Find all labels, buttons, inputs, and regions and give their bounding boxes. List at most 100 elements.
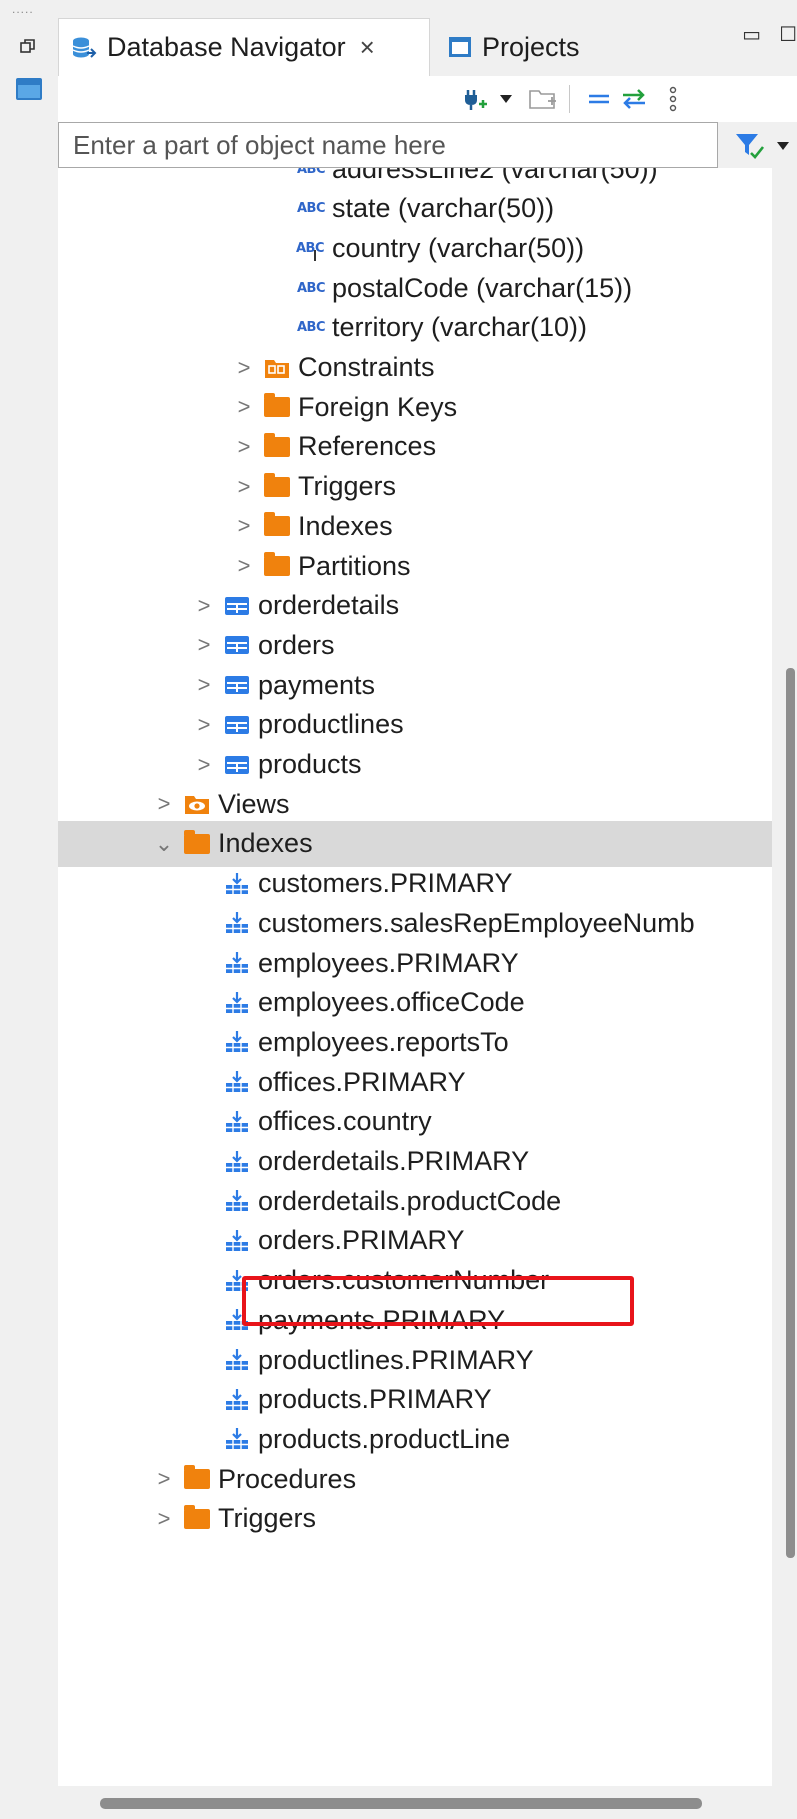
table-row-label: orderdetails	[258, 590, 400, 621]
table-row-label: productlines	[258, 709, 404, 740]
index-icon	[224, 1348, 250, 1372]
chevron-right-icon[interactable]: >	[234, 513, 254, 539]
database-tree: ABC addressLine2 (varchar(50)) ABC state (v…	[58, 168, 772, 1786]
index-row-label: employees.reportsTo	[258, 1026, 509, 1057]
table-subfolder-row-label: Indexes	[298, 510, 393, 541]
table-row-label: products	[258, 749, 362, 779]
index-row-label: productlines.PRIMARY	[258, 1344, 534, 1375]
indexed-text-column-icon: ABC	[296, 236, 325, 261]
table-subfolder-row-label: Constraints	[298, 352, 435, 382]
column-row-label: country (varchar(50))	[332, 232, 585, 263]
chevron-right-icon[interactable]: >	[194, 632, 214, 658]
text-column-icon: ABC	[297, 197, 326, 221]
close-icon[interactable]: ×	[360, 32, 375, 63]
table-subfolder-row-label: Foreign Keys	[298, 391, 458, 422]
triggers-folder-row-label: Triggers	[218, 1503, 317, 1534]
horizontal-scroll-thumb[interactable]	[100, 1798, 702, 1809]
chevron-down-icon[interactable]	[776, 141, 790, 151]
tab-projects-label: Projects	[482, 31, 580, 62]
folder-icon	[184, 1465, 210, 1491]
index-row-label: employees.officeCode	[258, 987, 525, 1018]
link-with-editor-icon[interactable]	[618, 76, 650, 122]
index-icon	[224, 1110, 250, 1134]
column-row-label: addressLine2 (varchar(50))	[332, 168, 658, 184]
index-row-label: customers.salesRepEmployeeNumb	[258, 907, 695, 938]
dropdown-arrow-icon[interactable]	[496, 76, 516, 122]
index-icon	[224, 991, 250, 1015]
view-menu-icon[interactable]	[658, 76, 688, 122]
search-input[interactable]	[59, 123, 717, 167]
table-icon	[224, 713, 250, 737]
folder-icon	[264, 393, 290, 419]
index-row-label: offices.country	[258, 1106, 432, 1137]
index-row-label: orders.customerNumber	[258, 1265, 550, 1296]
table-icon	[224, 633, 250, 657]
left-side-strip: .....	[0, 0, 54, 1819]
chevron-right-icon[interactable]: >	[234, 553, 254, 579]
drag-grip-icon[interactable]: .....	[12, 3, 34, 15]
chevron-right-icon[interactable]: >	[234, 434, 254, 460]
index-row-label: orderdetails.productCode	[258, 1185, 562, 1216]
folder-icon	[264, 472, 290, 499]
restore-view-icon[interactable]	[20, 38, 36, 54]
table-icon	[224, 673, 250, 697]
folder-icon	[264, 432, 290, 459]
index-row-label: employees.PRIMARY	[258, 947, 519, 978]
tab-projects[interactable]: Projects	[434, 18, 634, 76]
filter-settings-button[interactable]	[734, 126, 794, 166]
index-icon	[224, 1150, 250, 1174]
table-row-label: payments	[258, 669, 376, 700]
chevron-right-icon[interactable]: >	[154, 791, 174, 817]
collapse-all-icon[interactable]	[584, 76, 614, 122]
column-row-label: territory (varchar(10))	[332, 312, 588, 343]
views-folder-icon	[184, 792, 210, 816]
chevron-right-icon[interactable]: >	[194, 672, 214, 698]
chevron-right-icon[interactable]: >	[154, 1466, 174, 1492]
index-icon	[224, 1229, 250, 1253]
folder-icon	[184, 829, 210, 856]
vertical-scroll-thumb[interactable]	[786, 668, 795, 1558]
toolbar-separator	[566, 76, 572, 122]
maximize-icon[interactable]: ☐	[779, 22, 797, 47]
key-badge-icon	[314, 249, 317, 261]
minimized-panel-icon[interactable]	[16, 78, 42, 100]
index-row-label: products.PRIMARY	[258, 1384, 492, 1415]
chevron-right-icon[interactable]: >	[194, 752, 214, 778]
minimize-icon[interactable]: ▭	[742, 22, 761, 47]
chevron-right-icon[interactable]: >	[234, 474, 254, 500]
table-subfolder-row-label: Partitions	[298, 550, 411, 581]
chevron-down-icon[interactable]: ⌄	[154, 831, 174, 857]
chevron-right-icon[interactable]: >	[194, 593, 214, 619]
text-column-icon: ABC	[297, 168, 326, 181]
object-name-filter[interactable]	[58, 122, 718, 168]
tab-database-navigator[interactable]: Database Navigator ×	[58, 18, 430, 76]
projects-icon	[449, 37, 471, 57]
chevron-right-icon[interactable]: >	[194, 712, 214, 738]
triggers-folder-row[interactable]: > Triggers	[58, 1496, 772, 1542]
view-tab-bar: Database Navigator × Projects ▭ ☐	[54, 18, 797, 76]
chevron-right-icon[interactable]: >	[234, 394, 254, 420]
text-column-icon: ABC	[297, 276, 326, 300]
text-column-icon: ABC	[297, 316, 326, 340]
new-connection-icon[interactable]	[458, 76, 492, 122]
abc-glyph: ABC	[296, 240, 325, 256]
tab-database-navigator-label: Database Navigator	[107, 32, 346, 62]
column-row-label: state (varchar(50))	[332, 193, 555, 224]
table-subfolder-row-label: Triggers	[298, 471, 397, 502]
views-folder-row-label: Views	[218, 788, 290, 819]
index-icon	[224, 1269, 250, 1293]
abc-glyph: ABC	[297, 280, 326, 296]
index-row-label: customers.PRIMARY	[258, 868, 513, 899]
index-icon	[224, 1030, 250, 1054]
navigator-toolbar	[58, 76, 797, 122]
index-row-label: offices.PRIMARY	[258, 1066, 466, 1097]
index-icon	[224, 1427, 250, 1451]
folder-icon	[264, 512, 290, 538]
abc-glyph: ABC	[297, 168, 326, 177]
new-folder-icon[interactable]	[526, 76, 560, 122]
database-navigator-icon	[72, 37, 97, 58]
chevron-right-icon[interactable]: >	[154, 1506, 174, 1532]
abc-glyph: ABC	[297, 320, 326, 336]
index-icon	[224, 872, 250, 896]
chevron-right-icon[interactable]: >	[234, 355, 254, 381]
